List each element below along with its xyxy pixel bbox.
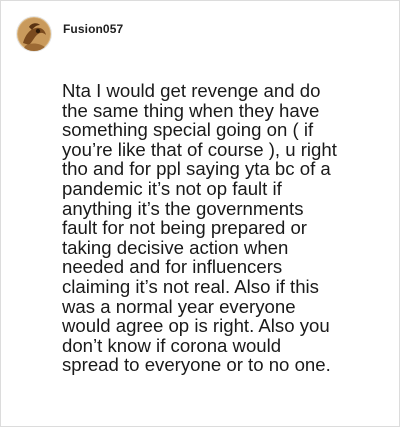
user-avatar-icon: [17, 17, 51, 51]
comment-text: Nta I would get revenge and do the same …: [62, 80, 337, 376]
comment-card: Fusion057 Nta I would get revenge and do…: [0, 0, 400, 427]
avatar[interactable]: [17, 17, 51, 51]
author-username[interactable]: Fusion057: [63, 22, 123, 36]
comment-header: Fusion057: [17, 17, 123, 51]
